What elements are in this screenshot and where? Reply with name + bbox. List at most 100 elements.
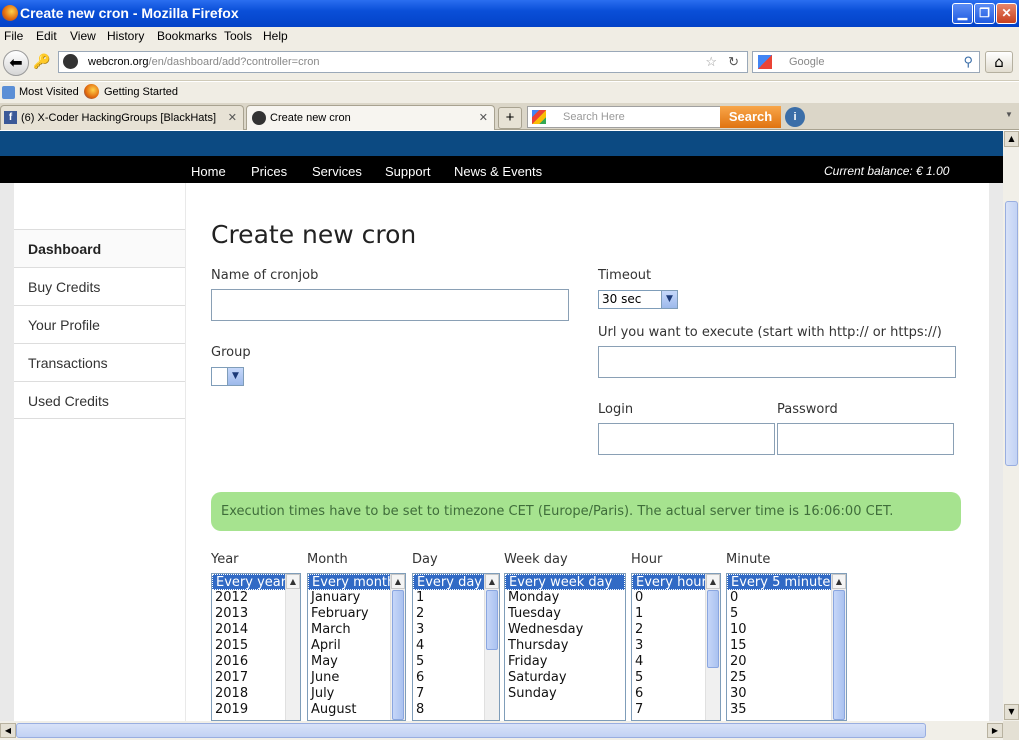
scroll-up-icon[interactable]: ▲ xyxy=(485,574,499,589)
day-listbox[interactable]: Every day 1 2 3 4 5 6 7 8 ▲ xyxy=(412,573,500,721)
sidebar-item-dashboard[interactable]: Dashboard xyxy=(14,229,185,267)
timezone-notice: Execution times have to be set to timezo… xyxy=(211,492,961,531)
window-title: Create new cron - Mozilla Firefox xyxy=(20,5,239,21)
timeout-select[interactable]: 30 sec ▼ xyxy=(598,290,678,309)
scroll-down-icon[interactable]: ▼ xyxy=(1004,704,1019,720)
weekday-listbox[interactable]: Every week day Monday Tuesday Wednesday … xyxy=(504,573,626,721)
group-select[interactable]: ▼ xyxy=(211,367,244,386)
list-item[interactable]: Friday xyxy=(505,654,625,670)
toolbar-search-placeholder: Search Here xyxy=(563,111,625,123)
new-tab-button[interactable]: + xyxy=(498,107,522,129)
login-input[interactable] xyxy=(598,423,775,455)
list-item[interactable]: Thursday xyxy=(505,638,625,654)
scroll-up-icon[interactable]: ▲ xyxy=(706,574,720,589)
close-tab-icon[interactable]: ✕ xyxy=(479,106,488,130)
sidebar-item-used-credits[interactable]: Used Credits xyxy=(14,381,185,419)
list-item[interactable]: Wednesday xyxy=(505,622,625,638)
hour-label: Hour xyxy=(631,552,663,567)
sidebar-item-your-profile[interactable]: Your Profile xyxy=(14,305,185,343)
tab-list-icon[interactable]: ▼ xyxy=(1005,110,1013,119)
close-tab-icon[interactable]: ✕ xyxy=(228,106,237,130)
list-item[interactable]: 5 xyxy=(727,606,846,622)
scrollbar[interactable]: ▲ xyxy=(390,574,405,720)
navigation-toolbar: ⬅ 🔑 webcron.org/en/dashboard/add?control… xyxy=(0,47,1019,81)
page-header-band xyxy=(0,131,1003,156)
list-item[interactable]: 25 xyxy=(727,670,846,686)
google-icon xyxy=(758,55,772,69)
menu-file[interactable]: File xyxy=(4,29,23,43)
menu-help[interactable]: Help xyxy=(263,29,288,43)
menu-tools[interactable]: Tools xyxy=(224,29,252,43)
year-listbox[interactable]: Every year 2012 2013 2014 2015 2016 2017… xyxy=(211,573,301,721)
menu-view[interactable]: View xyxy=(70,29,96,43)
scrollbar[interactable]: ▲ xyxy=(831,574,846,720)
scroll-thumb[interactable] xyxy=(833,590,845,720)
list-item[interactable]: 30 xyxy=(727,686,846,702)
scroll-up-icon[interactable]: ▲ xyxy=(286,574,300,589)
bookmark-star-icon[interactable]: ☆ xyxy=(705,52,717,72)
scroll-thumb[interactable] xyxy=(392,590,404,720)
scroll-thumb[interactable] xyxy=(707,590,719,668)
page-title: Create new cron xyxy=(211,220,417,249)
password-input[interactable] xyxy=(777,423,954,455)
cron-favicon xyxy=(252,111,266,125)
page-horizontal-scrollbar[interactable]: ◀ ▶ xyxy=(0,721,1003,740)
toolbar-search-button[interactable]: Search xyxy=(720,106,781,128)
back-button[interactable]: ⬅ xyxy=(3,50,29,76)
page-vertical-scrollbar[interactable]: ▲ ▼ xyxy=(1003,131,1019,721)
year-label: Year xyxy=(211,552,239,567)
list-item[interactable]: 20 xyxy=(727,654,846,670)
bookmark-getting-started[interactable]: Getting Started xyxy=(104,86,178,98)
scroll-up-icon[interactable]: ▲ xyxy=(391,574,405,589)
list-item[interactable]: Sunday xyxy=(505,686,625,702)
list-item[interactable]: 15 xyxy=(727,638,846,654)
scroll-up-icon[interactable]: ▲ xyxy=(1004,131,1019,147)
maximize-button[interactable]: ❐ xyxy=(974,3,995,24)
list-item[interactable]: Every week day xyxy=(505,574,625,590)
scroll-thumb[interactable] xyxy=(486,590,498,650)
list-item[interactable]: Monday xyxy=(505,590,625,606)
sidebar-item-transactions[interactable]: Transactions xyxy=(14,343,185,381)
nav-services[interactable]: Services xyxy=(312,164,362,179)
list-item[interactable]: Every 5 minutes xyxy=(727,574,846,590)
scroll-thumb[interactable] xyxy=(1005,201,1018,466)
list-item[interactable]: Tuesday xyxy=(505,606,625,622)
nav-support[interactable]: Support xyxy=(385,164,431,179)
scroll-up-icon[interactable]: ▲ xyxy=(832,574,846,589)
list-item[interactable]: 35 xyxy=(727,702,846,718)
web-search-placeholder: Google xyxy=(789,56,825,68)
scrollbar[interactable]: ▲ xyxy=(484,574,499,720)
month-listbox[interactable]: Every month January February March April… xyxy=(307,573,406,721)
minute-listbox[interactable]: Every 5 minutes 0 5 10 15 20 25 30 35 ▲ xyxy=(726,573,847,721)
sidebar-item-buy-credits[interactable]: Buy Credits xyxy=(14,267,185,305)
reload-icon[interactable]: ↻ xyxy=(728,52,739,72)
home-button[interactable]: ⌂ xyxy=(985,51,1013,73)
list-item[interactable]: 0 xyxy=(727,590,846,606)
scroll-left-icon[interactable]: ◀ xyxy=(0,723,16,738)
minimize-button[interactable]: ▁ xyxy=(952,3,973,24)
scrollbar[interactable]: ▲ xyxy=(705,574,720,720)
tab-facebook[interactable]: f (6) X-Coder HackingGroups [BlackHats] … xyxy=(0,105,244,130)
scroll-thumb[interactable] xyxy=(16,723,926,738)
url-bar[interactable]: webcron.org/en/dashboard/add?controller=… xyxy=(58,51,748,73)
close-window-button[interactable]: ✕ xyxy=(996,3,1017,24)
menu-bookmarks[interactable]: Bookmarks xyxy=(157,29,217,43)
hour-listbox[interactable]: Every hour 0 1 2 3 4 5 6 7 ▲ xyxy=(631,573,721,721)
list-item[interactable]: 10 xyxy=(727,622,846,638)
url-input[interactable] xyxy=(598,346,956,378)
web-search-box[interactable]: Google ⚲ xyxy=(752,51,980,73)
menu-history[interactable]: History xyxy=(107,29,144,43)
scrollbar[interactable]: ▲ xyxy=(285,574,300,720)
cronjob-name-input[interactable] xyxy=(211,289,569,321)
info-icon[interactable]: i xyxy=(785,107,805,127)
nav-home[interactable]: Home xyxy=(191,164,226,179)
menu-edit[interactable]: Edit xyxy=(36,29,57,43)
nav-news-events[interactable]: News & Events xyxy=(454,164,542,179)
tab-create-cron[interactable]: Create new cron ✕ xyxy=(246,105,495,130)
list-item[interactable]: Saturday xyxy=(505,670,625,686)
bookmark-most-visited[interactable]: Most Visited xyxy=(19,86,79,98)
bookmarks-toolbar: Most Visited Getting Started xyxy=(0,82,1019,103)
magnifier-icon[interactable]: ⚲ xyxy=(963,52,973,72)
nav-prices[interactable]: Prices xyxy=(251,164,287,179)
scroll-right-icon[interactable]: ▶ xyxy=(987,723,1003,738)
